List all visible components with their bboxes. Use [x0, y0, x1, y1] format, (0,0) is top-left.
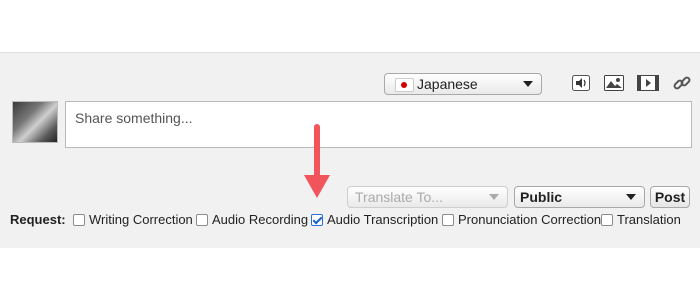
image-icon[interactable] [603, 72, 625, 94]
red-arrow-icon [304, 124, 330, 198]
video-icon[interactable] [637, 72, 659, 94]
audio-transcription-checkbox[interactable] [311, 213, 323, 226]
translation-checkbox[interactable] [601, 213, 613, 226]
request-writing-correction[interactable]: Writing Correction [73, 212, 193, 227]
visibility-select-value: Public [520, 189, 563, 205]
japan-flag-icon [395, 78, 414, 92]
avatar [12, 101, 58, 143]
language-select[interactable]: Japanese [384, 73, 542, 95]
writing-correction-label: Writing Correction [89, 212, 193, 227]
link-icon[interactable] [671, 72, 693, 94]
chevron-down-icon [489, 194, 499, 200]
request-audio-recording[interactable]: Audio Recording [196, 212, 308, 227]
request-audio-transcription[interactable]: Audio Transcription [311, 212, 438, 227]
chevron-down-icon [523, 81, 533, 87]
speaker-icon[interactable] [570, 72, 592, 94]
writing-correction-checkbox[interactable] [73, 213, 85, 226]
audio-recording-checkbox[interactable] [196, 213, 208, 226]
chevron-down-icon [626, 194, 636, 200]
pronunciation-correction-checkbox[interactable] [442, 213, 454, 226]
share-input[interactable]: Share something... [65, 101, 692, 148]
post-button[interactable]: Post [650, 186, 690, 208]
visibility-select[interactable]: Public [514, 186, 645, 208]
request-translation[interactable]: Translation [601, 212, 681, 227]
audio-transcription-label: Audio Transcription [327, 212, 439, 227]
translate-select[interactable]: Translate To... [347, 186, 508, 208]
request-pronunciation-correction[interactable]: Pronunciation Correction [442, 212, 601, 227]
translation-label: Translation [617, 212, 681, 227]
request-label: Request: [10, 212, 66, 227]
audio-recording-label: Audio Recording [212, 212, 309, 227]
translate-select-value: Translate To... [355, 189, 443, 205]
pronunciation-correction-label: Pronunciation Correction [458, 212, 602, 227]
language-select-value: Japanese [417, 76, 478, 92]
